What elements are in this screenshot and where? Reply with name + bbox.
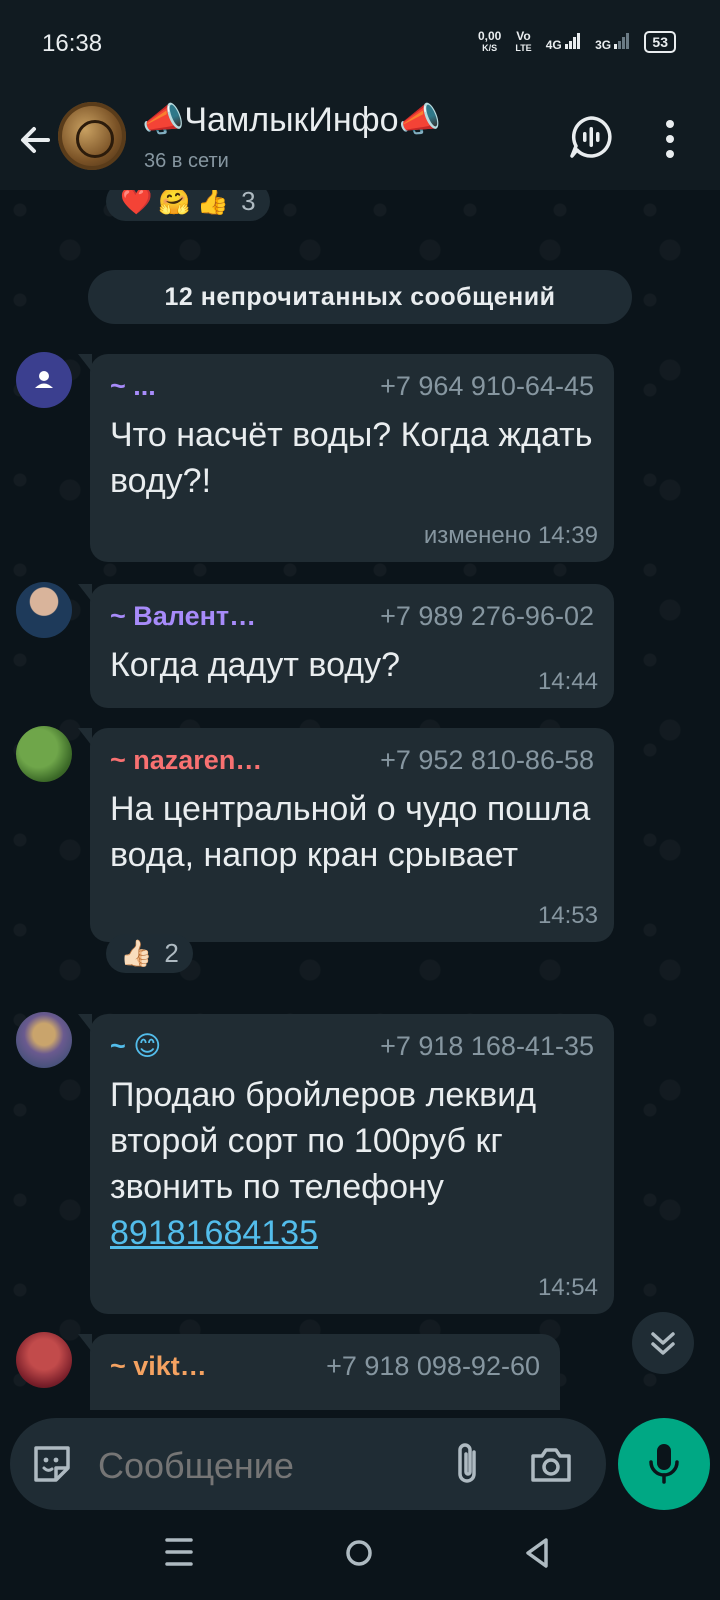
system-nav-bar (0, 1510, 720, 1600)
sticker-icon[interactable] (30, 1442, 74, 1486)
sender-name[interactable]: ~ ... (110, 371, 156, 402)
battery-icon: 53 (644, 31, 676, 53)
message-text: Продаю бройлеров леквид второй сорт по 1… (110, 1076, 537, 1252)
network-speed: 0,00 K/S (478, 29, 502, 53)
online-count: 36 в сети (144, 150, 229, 172)
status-time: 16:38 (42, 30, 103, 57)
message-input[interactable] (96, 1444, 420, 1488)
sender-avatar[interactable] (16, 1012, 72, 1068)
home-icon[interactable] (344, 1538, 374, 1568)
reaction-bar[interactable]: ❤️ 🤗 👍 3 (106, 190, 270, 221)
message-bubble[interactable]: ~ 😊 +7 918 168-41-35 Продаю бройлеров ле… (78, 1014, 614, 1314)
message-time: изменено 14:39 (423, 522, 598, 549)
message-text: Что насчёт воды? Когда ждать воду?! (110, 416, 593, 500)
heart-reaction-icon[interactable]: ❤️ (120, 190, 152, 217)
back-arrow-icon[interactable] (16, 120, 56, 160)
volte-indicator: Vo LTE (515, 29, 532, 53)
sender-phone: +7 964 910-64-45 (380, 370, 594, 401)
message-text: На центральной о чудо пошла вода, напор … (110, 790, 591, 874)
camera-icon[interactable] (528, 1442, 574, 1486)
recent-apps-icon[interactable] (164, 1534, 194, 1570)
status-bar: 16:38 0,00 K/S Vo LTE 4G 3G 53 (0, 0, 720, 90)
sender-phone: +7 918 168-41-35 (380, 1030, 594, 1061)
message-bubble[interactable]: ~ nazaren… +7 952 810-86-58 На центральн… (78, 728, 614, 942)
scroll-down-button[interactable] (632, 1312, 694, 1374)
group-avatar[interactable] (58, 102, 126, 170)
sender-phone: +7 952 810-86-58 (380, 744, 594, 775)
unread-divider: 12 непрочитанных сообщений (88, 270, 632, 324)
message-time: 14:54 (537, 1274, 598, 1301)
status-indicators: 0,00 K/S Vo LTE 4G 3G 53 (478, 30, 676, 54)
chat-area[interactable]: ❤️ 🤗 👍 3 12 непрочитанных сообщений ~ ..… (0, 190, 720, 1410)
sender-name[interactable]: ~ Валент… (110, 601, 256, 632)
sender-name[interactable]: ~ nazaren… (110, 745, 262, 776)
message-bubble[interactable]: ~ vikt… +7 918 098-92-60 (78, 1334, 560, 1410)
voice-record-button[interactable] (618, 1418, 710, 1510)
message-bubble[interactable]: ~ ... +7 964 910-64-45 Что насчёт воды? … (78, 354, 614, 562)
sender-avatar[interactable] (16, 726, 72, 782)
message-composer (10, 1418, 606, 1510)
voice-chat-icon[interactable] (568, 114, 614, 160)
message-text: Когда дадут воду? (110, 646, 400, 684)
sender-phone: +7 918 098-92-60 (326, 1350, 540, 1381)
chat-header: 📣ЧамлыкИнфо📣 36 в сети (0, 90, 720, 190)
sender-name[interactable]: ~ 😊 (110, 1031, 161, 1062)
hug-reaction-icon[interactable]: 🤗 (158, 190, 190, 217)
nav-back-icon[interactable] (522, 1536, 552, 1570)
group-title[interactable]: 📣ЧамлыкИнфо📣 (142, 100, 441, 140)
message-time: 14:53 (537, 902, 598, 929)
reaction-bar[interactable]: 👍🏻 2 (106, 934, 193, 973)
sender-avatar[interactable] (16, 1332, 72, 1388)
microphone-icon (649, 1444, 679, 1484)
reaction-count: 3 (241, 190, 256, 216)
sender-name[interactable]: ~ vikt… (110, 1351, 207, 1382)
more-options-icon[interactable] (660, 116, 680, 162)
sender-avatar[interactable] (16, 352, 72, 408)
signal-3g-icon: 3G (595, 33, 630, 51)
signal-4g-icon: 4G (546, 33, 581, 51)
sender-avatar[interactable] (16, 582, 72, 638)
attach-icon[interactable] (448, 1440, 488, 1488)
message-time: 14:44 (537, 668, 598, 695)
phone-link[interactable]: 89181684135 (110, 1214, 318, 1252)
double-chevron-down-icon (651, 1332, 675, 1355)
reaction-count: 2 (164, 938, 179, 968)
message-bubble[interactable]: ~ Валент… +7 989 276-96-02 Когда дадут в… (78, 584, 614, 708)
sender-phone: +7 989 276-96-02 (380, 600, 594, 631)
thumbs-up-reaction-icon[interactable]: 👍 (197, 190, 229, 217)
thumbs-up-reaction-icon[interactable]: 👍🏻 (120, 938, 152, 969)
